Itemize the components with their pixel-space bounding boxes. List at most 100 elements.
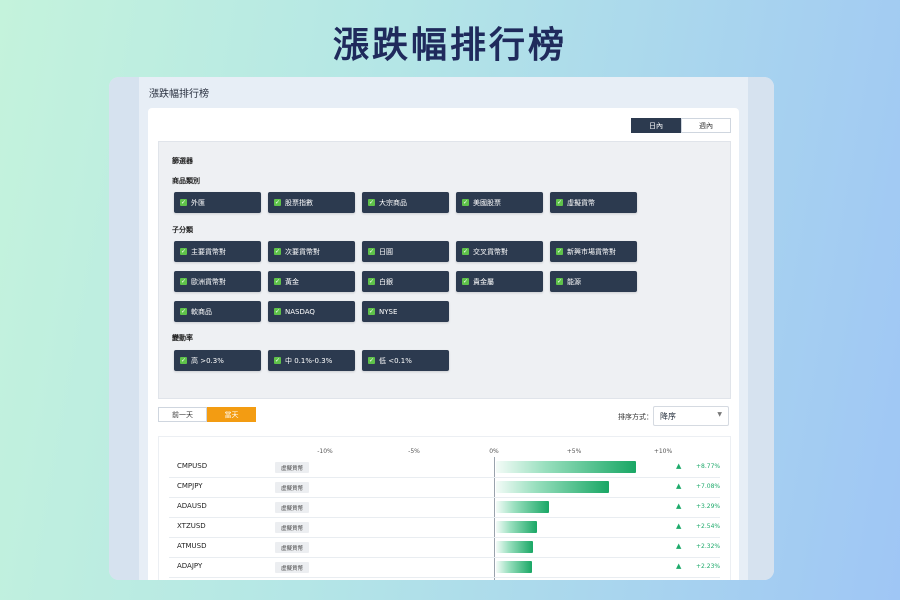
checkbox-checked-icon: ✓ bbox=[368, 277, 375, 285]
change-bar bbox=[496, 481, 610, 493]
volatility-chip[interactable]: ✓ 高 >0.3% bbox=[174, 350, 261, 371]
row-change-value: +7.08% bbox=[696, 483, 721, 490]
product-category-chip-label: 股票指數 bbox=[285, 198, 313, 207]
product-category-chip[interactable]: ✓ 外匯 bbox=[174, 192, 261, 213]
row-change-value: +3.29% bbox=[696, 503, 721, 510]
sub-category-chip-label: NYSE bbox=[379, 307, 398, 316]
table-row[interactable]: ADAJPY 虛擬貨幣 ▲ +2.23% bbox=[169, 557, 720, 578]
chevron-down-icon: ▼ bbox=[717, 411, 722, 418]
sub-category-chip[interactable]: ✓ 貴金屬 bbox=[456, 271, 543, 292]
product-category-chip[interactable]: ✓ 虛擬貨幣 bbox=[550, 192, 637, 213]
axis-label: +5% bbox=[566, 448, 582, 455]
checkbox-checked-icon: ✓ bbox=[462, 277, 469, 285]
sub-category-chip-label: NASDAQ bbox=[285, 307, 315, 316]
sub-category-chip-label: 能源 bbox=[567, 277, 581, 286]
sub-category-chip[interactable]: ✓ 黃金 bbox=[268, 271, 355, 292]
sub-category-chip-label: 次要貨幣對 bbox=[285, 247, 320, 256]
checkbox-checked-icon: ✓ bbox=[274, 198, 281, 206]
product-category-label: 商品類別 bbox=[172, 177, 200, 185]
change-bar bbox=[496, 501, 549, 513]
sub-category-label: 子分類 bbox=[172, 226, 193, 234]
period-weekly-button[interactable]: 週內 bbox=[681, 118, 731, 133]
row-category-badge: 虛擬貨幣 bbox=[275, 482, 309, 493]
checkbox-checked-icon: ✓ bbox=[180, 356, 187, 364]
ranking-table: -10% -5% 0% +5% +10% CMPUSD 虛擬貨幣 ▲ +8.77% CM… bbox=[158, 436, 731, 580]
checkbox-checked-icon: ✓ bbox=[556, 247, 563, 255]
volatility-chip-label: 高 >0.3% bbox=[191, 356, 224, 365]
sub-category-chip[interactable]: ✓ 白銀 bbox=[362, 271, 449, 292]
sub-category-chip[interactable]: ✓ 能源 bbox=[550, 271, 637, 292]
product-category-chip[interactable]: ✓ 股票指數 bbox=[268, 192, 355, 213]
filter-panel: 篩選器 商品類別 子分類 變動率 ✓ 外匯 ✓ 股票指數 ✓ 大宗商品 ✓ 美國股票 ✓ 虛擬貨幣… bbox=[158, 141, 731, 399]
checkbox-checked-icon: ✓ bbox=[368, 356, 375, 364]
triangle-up-icon: ▲ bbox=[676, 542, 682, 550]
sub-category-chip-label: 歐洲貨幣對 bbox=[191, 277, 226, 286]
window-left-gutter bbox=[109, 77, 139, 580]
sub-category-chip[interactable]: ✓ 次要貨幣對 bbox=[268, 241, 355, 262]
checkbox-checked-icon: ✓ bbox=[368, 247, 375, 255]
window-right-gutter bbox=[748, 77, 774, 580]
sort-label: 排序方式： bbox=[618, 413, 653, 421]
sub-category-chip[interactable]: ✓ 歐洲貨幣對 bbox=[174, 271, 261, 292]
table-row[interactable]: XTZUSD 虛擬貨幣 ▲ +2.54% bbox=[169, 517, 720, 538]
row-change-value: +8.77% bbox=[696, 463, 721, 470]
sub-category-chip[interactable]: ✓ 日圓 bbox=[362, 241, 449, 262]
hero-title: 漲跌幅排行榜 bbox=[332, 25, 567, 66]
window-title: 漲跌幅排行榜 bbox=[149, 89, 209, 100]
ranking-panel: 日內 週內 篩選器 商品類別 子分類 變動率 ✓ 外匯 ✓ 股票指數 ✓ 大宗商品 ✓ 美國股… bbox=[148, 108, 739, 580]
checkbox-checked-icon: ✓ bbox=[556, 198, 563, 206]
sub-category-chip-label: 日圓 bbox=[379, 247, 393, 256]
checkbox-checked-icon: ✓ bbox=[180, 247, 187, 255]
previous-day-button[interactable]: 前一天 bbox=[158, 407, 207, 422]
checkbox-checked-icon: ✓ bbox=[274, 277, 281, 285]
checkbox-checked-icon: ✓ bbox=[180, 198, 187, 206]
row-symbol: CMPUSD bbox=[177, 462, 208, 470]
sub-category-chip-label: 主要貨幣對 bbox=[191, 247, 226, 256]
checkbox-checked-icon: ✓ bbox=[368, 307, 375, 315]
sub-category-chip[interactable]: ✓ NASDAQ bbox=[268, 301, 355, 322]
change-bar bbox=[496, 561, 532, 573]
sub-category-chip[interactable]: ✓ 交叉貨幣對 bbox=[456, 241, 543, 262]
axis-label: +10% bbox=[653, 448, 673, 455]
table-row[interactable]: CMPJPY 虛擬貨幣 ▲ +7.08% bbox=[169, 477, 720, 498]
sub-category-chip[interactable]: ✓ 新興市場貨幣對 bbox=[550, 241, 637, 262]
volatility-chip[interactable]: ✓ 低 <0.1% bbox=[362, 350, 449, 371]
row-symbol: ADAJPY bbox=[177, 562, 203, 570]
row-category-badge: 虛擬貨幣 bbox=[275, 502, 309, 513]
triangle-up-icon: ▲ bbox=[676, 482, 682, 490]
product-category-chip[interactable]: ✓ 大宗商品 bbox=[362, 192, 449, 213]
row-category-badge: 虛擬貨幣 bbox=[275, 462, 309, 473]
sort-value: 降序 bbox=[660, 411, 676, 421]
change-bar bbox=[496, 521, 537, 533]
table-row[interactable]: ADAUSD 虛擬貨幣 ▲ +3.29% bbox=[169, 497, 720, 518]
row-change-value: +2.32% bbox=[696, 543, 721, 550]
product-category-chip-label: 美國股票 bbox=[473, 198, 501, 207]
sub-category-chip-label: 軟商品 bbox=[191, 307, 212, 316]
table-row[interactable]: CMPUSD 虛擬貨幣 ▲ +8.77% bbox=[169, 457, 720, 478]
sub-category-chip-label: 白銀 bbox=[379, 277, 393, 286]
app-window: 漲跌幅排行榜 日內 週內 篩選器 商品類別 子分類 變動率 ✓ 外匯 ✓ 股票指數 ✓ 大… bbox=[109, 77, 774, 580]
row-change-value: +2.23% bbox=[696, 563, 721, 570]
checkbox-checked-icon: ✓ bbox=[274, 307, 281, 315]
sub-category-chip[interactable]: ✓ 軟商品 bbox=[174, 301, 261, 322]
period-intraday-button[interactable]: 日內 bbox=[631, 118, 681, 133]
table-row[interactable]: ATMUSD 虛擬貨幣 ▲ +2.32% bbox=[169, 537, 720, 558]
checkbox-checked-icon: ✓ bbox=[462, 198, 469, 206]
period-toggle: 日內 週內 bbox=[631, 118, 731, 133]
checkbox-checked-icon: ✓ bbox=[180, 307, 187, 315]
axis-label: 0% bbox=[489, 448, 499, 455]
axis-label: -5% bbox=[408, 448, 420, 455]
row-category-badge: 虛擬貨幣 bbox=[275, 542, 309, 553]
product-category-chip[interactable]: ✓ 美國股票 bbox=[456, 192, 543, 213]
checkbox-checked-icon: ✓ bbox=[368, 198, 375, 206]
checkbox-checked-icon: ✓ bbox=[462, 247, 469, 255]
change-bar bbox=[496, 461, 637, 473]
sub-category-chip[interactable]: ✓ NYSE bbox=[362, 301, 449, 322]
sub-category-chip[interactable]: ✓ 主要貨幣對 bbox=[174, 241, 261, 262]
row-category-badge: 虛擬貨幣 bbox=[275, 522, 309, 533]
sort-select[interactable]: 降序 ▼ bbox=[653, 406, 729, 426]
volatility-chip[interactable]: ✓ 中 0.1%-0.3% bbox=[268, 350, 355, 371]
checkbox-checked-icon: ✓ bbox=[274, 356, 281, 364]
today-button[interactable]: 當天 bbox=[207, 407, 256, 422]
volatility-chip-label: 低 <0.1% bbox=[379, 356, 412, 365]
